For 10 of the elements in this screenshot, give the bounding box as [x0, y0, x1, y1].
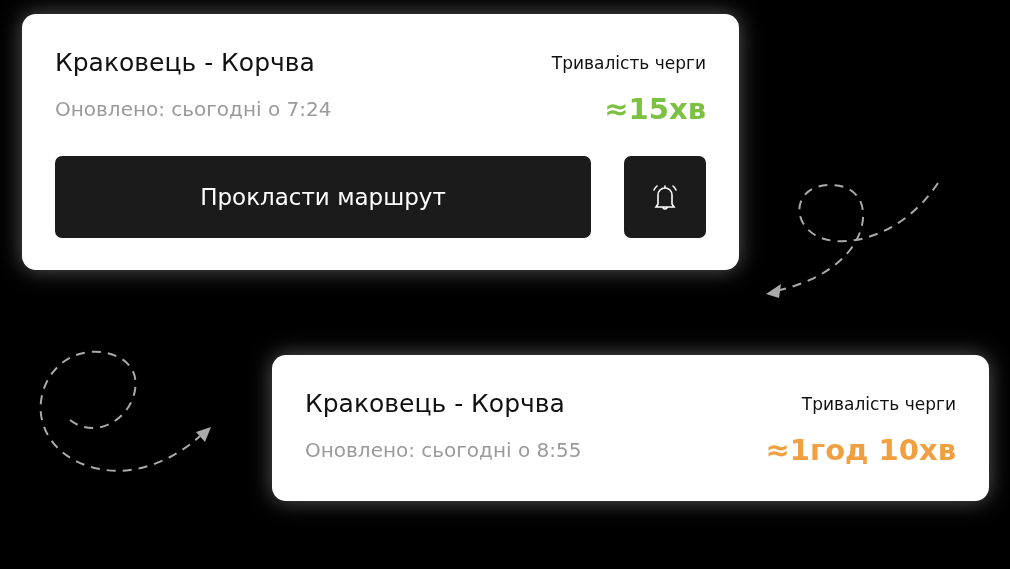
wait-time: ≈15хв — [604, 91, 706, 128]
queue-label: Тривалість черги — [801, 393, 956, 416]
updated-text: Оновлено: сьогодні о 8:55 — [305, 438, 582, 462]
route-button[interactable]: Прокласти маршрут — [55, 156, 591, 238]
notification-button[interactable] — [624, 156, 706, 238]
route-title: Краковець - Корчва — [305, 388, 565, 420]
wait-time: ≈1год 10хв — [765, 432, 956, 469]
queue-label: Тривалість черги — [551, 52, 706, 75]
updated-text: Оновлено: сьогодні о 7:24 — [55, 97, 332, 121]
route-title: Краковець - Корчва — [55, 47, 315, 79]
